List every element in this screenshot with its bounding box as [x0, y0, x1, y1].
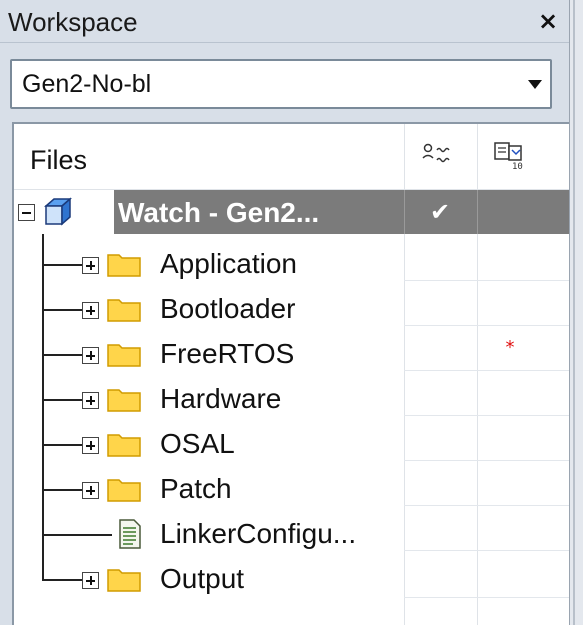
project-cube-icon — [44, 197, 72, 226]
expand-icon[interactable] — [82, 392, 99, 409]
expand-icon[interactable] — [82, 302, 99, 319]
folder-icon — [107, 299, 141, 322]
splitter-edge[interactable] — [569, 0, 583, 625]
tree-connector — [42, 399, 82, 401]
svg-text:10: 10 — [512, 162, 523, 172]
title-bar: Workspace × — [0, 0, 569, 43]
folder-icon — [107, 434, 141, 457]
chevron-down-icon[interactable] — [528, 80, 542, 89]
expand-icon[interactable] — [82, 572, 99, 589]
checkmark-icon: ✔ — [429, 198, 451, 226]
tree-item-application[interactable]: Application — [160, 244, 297, 284]
tree-item-patch[interactable]: Patch — [160, 469, 232, 509]
tree-item-hardware[interactable]: Hardware — [160, 379, 281, 419]
window-title: Workspace — [8, 7, 138, 37]
tree-connector — [42, 579, 82, 581]
document-icon — [119, 519, 141, 549]
tree-header: Files — [14, 124, 569, 189]
tree-item-freertos[interactable]: FreeRTOS — [160, 334, 294, 374]
configuration-selected: Gen2-No-bl — [22, 70, 152, 98]
tree-connector — [42, 264, 82, 266]
folder-icon — [107, 569, 141, 592]
close-icon[interactable]: × — [537, 6, 559, 36]
row-divider — [404, 550, 569, 551]
tree-connector — [42, 309, 82, 311]
row-divider — [404, 597, 569, 598]
tree-item-osal[interactable]: OSAL — [160, 424, 235, 464]
row-divider — [404, 460, 569, 461]
tree-connector — [42, 444, 82, 446]
configuration-dropdown[interactable]: Gen2-No-bl — [10, 59, 552, 109]
expand-icon[interactable] — [82, 482, 99, 499]
folder-icon — [107, 254, 141, 277]
tree-connector — [42, 354, 82, 356]
project-root-label[interactable]: Watch - Gen2... — [118, 193, 319, 233]
column-divider — [477, 190, 478, 234]
column-divider — [404, 190, 405, 234]
tree-connector — [42, 489, 82, 491]
row-divider — [404, 325, 569, 326]
folder-icon — [107, 344, 141, 367]
expand-icon[interactable] — [82, 347, 99, 364]
tree-connector — [42, 534, 112, 536]
files-column-header[interactable]: Files — [30, 144, 87, 176]
options-icon[interactable]: 10 — [492, 140, 528, 172]
folder-icon — [107, 389, 141, 412]
tree-item-bootloader[interactable]: Bootloader — [160, 289, 295, 329]
tree-connector — [42, 234, 44, 580]
folder-icon — [107, 479, 141, 502]
row-divider — [404, 415, 569, 416]
modified-marker-icon: * — [505, 337, 515, 358]
expand-icon[interactable] — [82, 437, 99, 454]
tree-item-linker-config[interactable]: LinkerConfigu... — [160, 514, 356, 554]
row-divider — [404, 280, 569, 281]
build-status-icon[interactable] — [419, 140, 453, 170]
collapse-icon[interactable] — [18, 204, 35, 221]
row-divider — [404, 505, 569, 506]
tree-item-output[interactable]: Output — [160, 559, 244, 599]
expand-icon[interactable] — [82, 257, 99, 274]
row-divider — [404, 370, 569, 371]
